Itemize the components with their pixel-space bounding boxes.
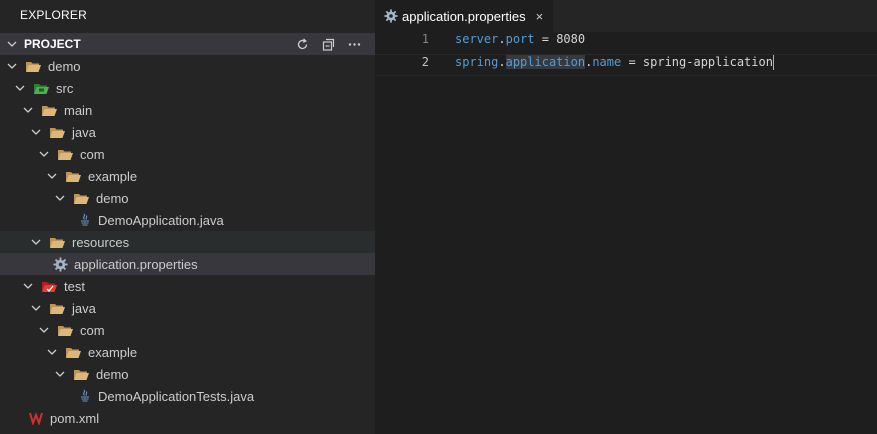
close-icon[interactable]: × bbox=[536, 9, 544, 24]
chevron-down-icon bbox=[30, 302, 42, 314]
tab-bar: application.properties × bbox=[375, 0, 877, 32]
property-key-highlighted: application bbox=[505, 55, 586, 69]
refresh-icon[interactable] bbox=[295, 37, 309, 51]
line-text: server.port = 8080 bbox=[455, 32, 586, 46]
explorer-title: EXPLORER bbox=[20, 8, 87, 22]
code-line: 1 server.port = 8080 bbox=[375, 32, 877, 54]
gear-file-icon bbox=[52, 256, 68, 272]
tree-item-label: main bbox=[64, 102, 93, 118]
chevron-down-icon bbox=[46, 170, 58, 182]
line-number: 2 bbox=[421, 55, 429, 69]
tab-application-properties[interactable]: application.properties × bbox=[375, 0, 553, 32]
folder-open-icon bbox=[72, 367, 90, 381]
code-editor[interactable]: 1 server.port = 8080 2 spring.applicatio… bbox=[375, 32, 877, 76]
tree-item-main[interactable]: main bbox=[0, 99, 375, 121]
maven-file-icon bbox=[28, 411, 44, 425]
chevron-down-icon bbox=[54, 368, 66, 380]
chevron-down-icon bbox=[22, 280, 34, 292]
text-cursor bbox=[772, 55, 774, 70]
project-section-header[interactable]: PROJECT bbox=[0, 33, 375, 55]
tree-item-src[interactable]: src bbox=[0, 77, 375, 99]
property-key: server bbox=[455, 32, 499, 46]
tab-label: application.properties bbox=[402, 8, 526, 24]
chevron-down-icon bbox=[46, 346, 58, 358]
chevron-down-icon bbox=[38, 148, 50, 160]
tree-item-label: resources bbox=[72, 234, 130, 250]
tree-item-label: application.properties bbox=[74, 256, 198, 272]
tree-item-label: test bbox=[64, 278, 85, 294]
java-file-icon bbox=[78, 389, 92, 403]
property-key: name bbox=[592, 55, 622, 69]
tree-item-label: demo bbox=[96, 190, 129, 206]
folder-open-icon bbox=[48, 301, 66, 315]
explorer-sidebar: EXPLORER PROJECT demo src main java com … bbox=[0, 0, 375, 434]
chevron-down-icon bbox=[14, 82, 26, 94]
tree-item-example[interactable]: example bbox=[0, 341, 375, 363]
tree-item-label: DemoApplicationTests.java bbox=[98, 388, 255, 404]
folder-open-icon bbox=[64, 345, 82, 359]
chevron-down-icon bbox=[6, 38, 18, 50]
tree-item-com[interactable]: com bbox=[0, 319, 375, 341]
folder-open-icon bbox=[40, 103, 58, 117]
tree-item-com[interactable]: com bbox=[0, 143, 375, 165]
folder-open-icon bbox=[48, 125, 66, 139]
chevron-down-icon bbox=[6, 60, 18, 72]
tree-item-demo[interactable]: demo bbox=[0, 55, 375, 77]
folder-test-icon bbox=[40, 279, 58, 293]
chevron-down-icon bbox=[38, 324, 50, 336]
tree-item-demo-package[interactable]: demo bbox=[0, 187, 375, 209]
line-number: 1 bbox=[421, 32, 429, 46]
chevron-down-icon bbox=[30, 126, 42, 138]
tree-item-application-properties[interactable]: application.properties bbox=[0, 253, 375, 275]
folder-open-icon bbox=[72, 191, 90, 205]
tree-item-label: com bbox=[80, 322, 105, 338]
tree-item-label: src bbox=[56, 80, 74, 96]
collapse-all-icon[interactable] bbox=[321, 37, 335, 51]
file-tree: demo src main java com example demo Demo… bbox=[0, 55, 375, 429]
editor-area: application.properties × 1 server.port =… bbox=[375, 0, 877, 434]
tree-item-label: example bbox=[88, 344, 138, 360]
tree-item-java[interactable]: java bbox=[0, 121, 375, 143]
gear-file-icon bbox=[383, 9, 399, 23]
tree-item-example[interactable]: example bbox=[0, 165, 375, 187]
folder-open-icon bbox=[48, 235, 66, 249]
more-actions-icon[interactable] bbox=[347, 37, 361, 51]
tree-item-label: demo bbox=[96, 366, 129, 382]
chevron-down-icon bbox=[30, 236, 42, 248]
tree-item-pom-xml[interactable]: pom.xml bbox=[0, 407, 375, 429]
section-title: PROJECT bbox=[24, 37, 81, 51]
chevron-down-icon bbox=[54, 192, 66, 204]
tree-item-label: java bbox=[72, 300, 96, 316]
tree-item-java[interactable]: java bbox=[0, 297, 375, 319]
tree-item-label: java bbox=[72, 124, 96, 140]
property-key: port bbox=[505, 32, 535, 46]
tree-item-demo-package[interactable]: demo bbox=[0, 363, 375, 385]
tree-item-label: com bbox=[80, 146, 105, 162]
folder-src-icon bbox=[32, 81, 50, 95]
line-text: spring.application.name = spring-applica… bbox=[455, 55, 774, 70]
tree-item-label: DemoApplication.java bbox=[98, 212, 224, 228]
tree-item-label: example bbox=[88, 168, 138, 184]
tree-item-label: demo bbox=[48, 58, 81, 74]
folder-open-icon bbox=[56, 323, 74, 337]
folder-open-icon bbox=[24, 59, 42, 73]
java-file-icon bbox=[78, 213, 92, 227]
property-value: 8080 bbox=[556, 32, 586, 46]
property-key: spring bbox=[455, 55, 499, 69]
tree-item-demoapplication-java[interactable]: DemoApplication.java bbox=[0, 209, 375, 231]
folder-open-icon bbox=[56, 147, 74, 161]
tree-item-test[interactable]: test bbox=[0, 275, 375, 297]
tree-item-demoapplicationtests-java[interactable]: DemoApplicationTests.java bbox=[0, 385, 375, 407]
chevron-down-icon bbox=[22, 104, 34, 116]
code-line-current: 2 spring.application.name = spring-appli… bbox=[375, 54, 877, 76]
folder-open-icon bbox=[64, 169, 82, 183]
property-value: spring-application bbox=[642, 55, 773, 69]
tree-item-resources[interactable]: resources bbox=[0, 231, 375, 253]
tree-item-label: pom.xml bbox=[50, 410, 100, 426]
